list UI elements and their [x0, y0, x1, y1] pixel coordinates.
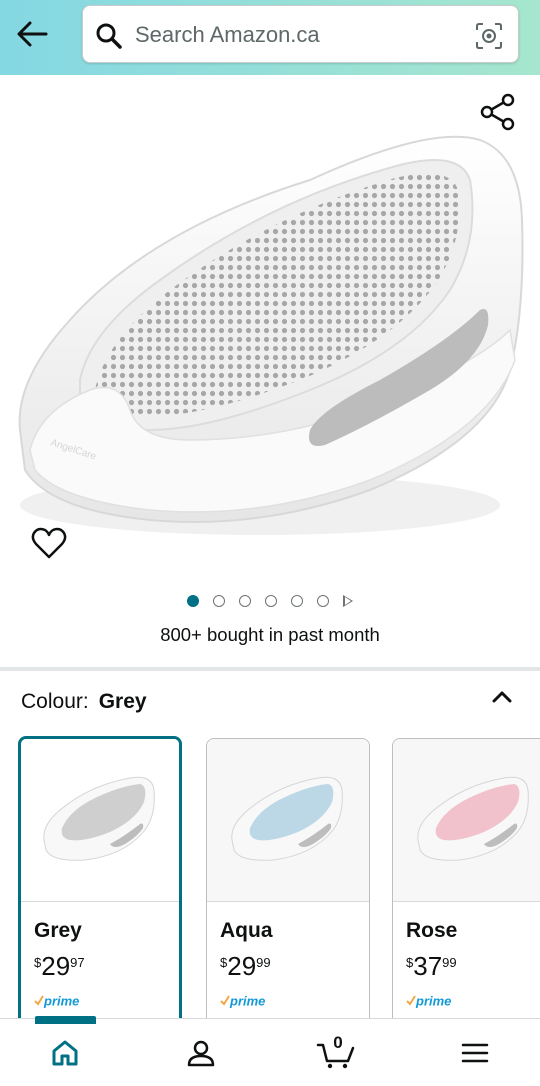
price-whole: 29	[227, 951, 257, 981]
hamburger-menu-icon	[461, 1043, 489, 1063]
prime-badge: prime	[34, 993, 90, 1009]
swatch-price: $2999	[220, 951, 271, 982]
price-fraction: 97	[70, 955, 85, 970]
bath-seat-thumbnail	[417, 776, 529, 861]
back-button[interactable]	[10, 14, 54, 54]
price-whole: 29	[41, 951, 71, 981]
colour-label: Colour:	[21, 690, 89, 713]
swatch-price: $2997	[34, 951, 85, 982]
bath-seat-thumbnail	[231, 776, 343, 861]
nav-cart-button[interactable]: 0	[316, 1033, 356, 1073]
home-icon	[52, 1040, 78, 1066]
price-currency: $	[34, 955, 42, 970]
image-carousel-dots[interactable]	[0, 592, 540, 610]
bought-count-text: 800+ bought in past month	[160, 624, 380, 645]
swatch-image	[207, 739, 369, 902]
swatch-name: Grey	[34, 919, 82, 942]
video-play-icon[interactable]	[343, 595, 353, 607]
swatch-name: Aqua	[220, 919, 273, 942]
colour-selected-value: Grey	[98, 690, 147, 713]
active-tab-indicator	[35, 1016, 96, 1024]
svg-text:prime: prime	[415, 994, 451, 1009]
nav-home-button[interactable]	[45, 1033, 85, 1073]
account-icon	[187, 1040, 215, 1067]
carousel-dot-4[interactable]	[265, 595, 277, 607]
back-arrow-icon	[17, 21, 48, 47]
swatch-aqua[interactable]: Aqua $2999 prime	[206, 738, 370, 1018]
nav-account-button[interactable]	[181, 1033, 221, 1073]
colour-swatches: Grey $2997 prime Aqua $2999 prime Rose $…	[0, 736, 540, 1018]
chevron-up-icon[interactable]	[486, 682, 518, 710]
heart-icon[interactable]	[30, 525, 68, 561]
product-image[interactable]: AngelCare	[10, 110, 530, 540]
bath-seat-thumbnail	[43, 776, 155, 861]
carousel-dot-1[interactable]	[187, 595, 199, 607]
search-input[interactable]	[135, 18, 455, 52]
nav-menu-button[interactable]	[455, 1033, 495, 1073]
prime-check-icon: prime	[406, 994, 451, 1009]
prime-badge: prime	[406, 993, 462, 1009]
swatch-image	[393, 739, 540, 902]
prime-check-icon: prime	[220, 994, 265, 1009]
swatch-rose[interactable]: Rose $3799 prime	[392, 738, 540, 1018]
carousel-dot-6[interactable]	[317, 595, 329, 607]
search-box[interactable]	[82, 5, 519, 63]
price-whole: 37	[413, 951, 443, 981]
price-fraction: 99	[256, 955, 271, 970]
colour-header: Colour: Grey	[21, 690, 147, 714]
section-divider	[0, 667, 540, 671]
camera-search-icon[interactable]	[474, 21, 504, 51]
price-fraction: 99	[442, 955, 457, 970]
svg-text:prime: prime	[43, 994, 79, 1009]
swatch-image	[21, 739, 179, 902]
bottom-navigation: 0	[0, 1018, 540, 1086]
price-currency: $	[220, 955, 228, 970]
swatch-grey[interactable]: Grey $2997 prime	[18, 736, 182, 1018]
swatch-name: Rose	[406, 919, 458, 942]
carousel-dot-5[interactable]	[291, 595, 303, 607]
price-currency: $	[406, 955, 414, 970]
search-icon	[96, 23, 122, 49]
carousel-dot-2[interactable]	[213, 595, 225, 607]
swatch-price: $3799	[406, 951, 457, 982]
svg-text:prime: prime	[229, 994, 265, 1009]
top-bar	[0, 0, 540, 75]
carousel-dot-3[interactable]	[239, 595, 251, 607]
cart-count-badge: 0	[333, 1033, 343, 1052]
prime-badge: prime	[220, 993, 276, 1009]
prime-check-icon: prime	[34, 994, 79, 1009]
